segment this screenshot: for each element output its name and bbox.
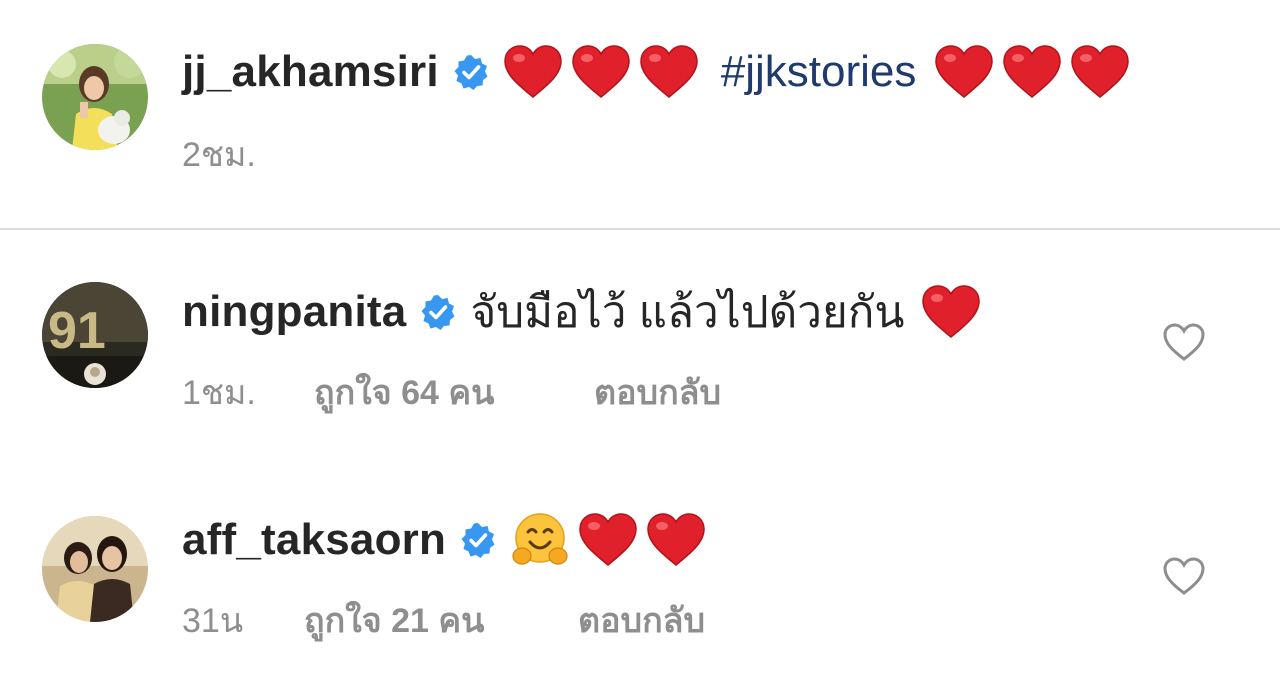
red-heart-icon	[578, 512, 638, 568]
red-heart-icon	[571, 44, 631, 100]
timestamp: 31น	[182, 602, 244, 640]
post-caption: jj_akhamsiri #jjkstories 2ชม.	[0, 0, 1280, 228]
divider	[0, 228, 1280, 230]
comment-line: aff_taksaorn	[182, 510, 714, 570]
username[interactable]: jj_akhamsiri	[182, 47, 439, 97]
avatar-aff-taksaorn[interactable]	[42, 516, 148, 622]
red-heart-icon	[934, 44, 994, 100]
username[interactable]: ningpanita	[182, 287, 406, 337]
profile-photo-icon	[42, 516, 148, 622]
verified-badge-icon	[420, 294, 456, 330]
red-heart-icon	[639, 44, 699, 100]
hashtag-link[interactable]: #jjkstories	[721, 47, 917, 97]
profile-photo-icon	[42, 44, 148, 150]
hugging-face-icon	[510, 510, 570, 570]
red-heart-icon	[503, 44, 563, 100]
red-heart-icon	[646, 512, 706, 568]
avatar-ningpanita[interactable]: 91	[42, 282, 148, 388]
timestamp: 2ชม.	[182, 136, 256, 174]
likes-count[interactable]: ถูกใจ 64 คน	[314, 365, 594, 419]
red-heart-icon	[921, 284, 981, 340]
comment-line: ningpanita จับมือไว้ แล้วไปด้วยกัน	[182, 282, 989, 342]
comment-meta: 1ชม. ถูกใจ 64 คน ตอบกลับ	[182, 370, 721, 414]
like-heart-icon[interactable]	[1162, 322, 1206, 362]
like-heart-icon[interactable]	[1162, 556, 1206, 596]
avatar-jj-akhamsiri[interactable]	[42, 44, 148, 150]
profile-photo-icon: 91	[42, 282, 148, 388]
timestamp: 1ชม.	[182, 374, 256, 412]
caption-meta: 2ชม.	[182, 132, 256, 176]
verified-badge-icon	[453, 54, 489, 90]
red-heart-icon	[1070, 44, 1130, 100]
comment-meta: 31น ถูกใจ 21 คน ตอบกลับ	[182, 598, 705, 642]
caption-line: jj_akhamsiri #jjkstories	[182, 42, 1138, 102]
verified-badge-icon	[460, 522, 496, 558]
likes-count[interactable]: ถูกใจ 21 คน	[304, 593, 578, 647]
reply-button[interactable]: ตอบกลับ	[578, 593, 705, 647]
reply-button[interactable]: ตอบกลับ	[594, 365, 721, 419]
username[interactable]: aff_taksaorn	[182, 515, 446, 565]
comment-text: จับมือไว้ แล้วไปด้วยกัน	[470, 288, 905, 337]
red-heart-icon	[1002, 44, 1062, 100]
svg-text:91: 91	[48, 302, 106, 360]
